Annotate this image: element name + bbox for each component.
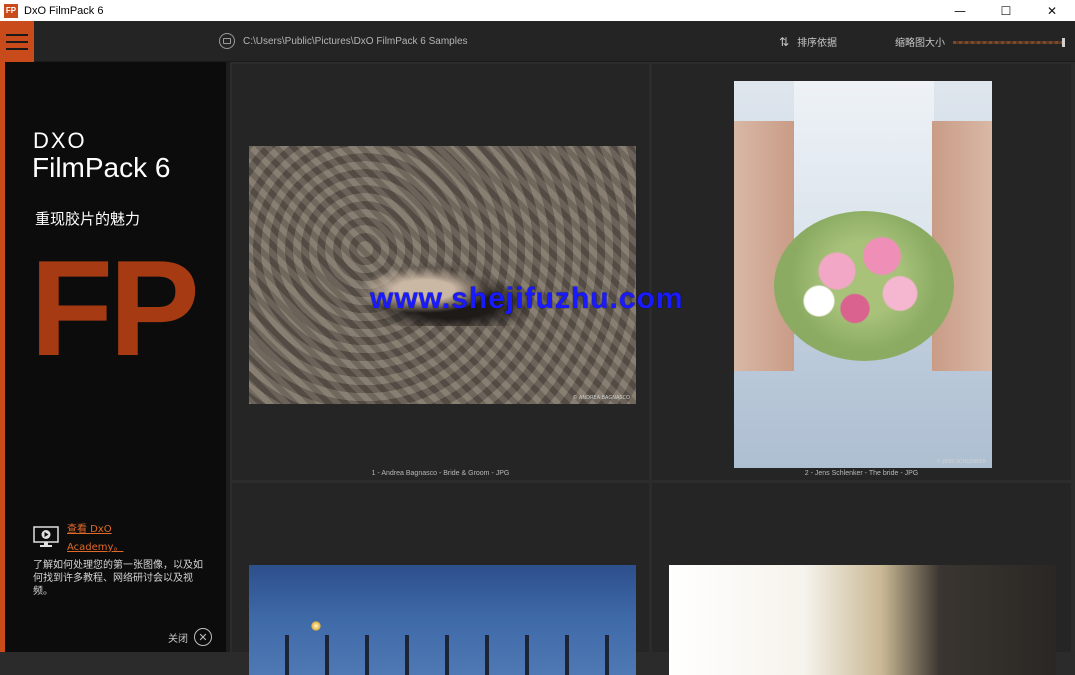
folder-path[interactable]: C:\Users\Public\Pictures\DxO FilmPack 6 … xyxy=(219,33,468,49)
fp-logo: FP xyxy=(30,232,200,384)
thumbnail-caption: 1 - Andrea Bagnasco - Bride & Groom - JP… xyxy=(371,470,510,477)
window-controls: — ☐ ✕ xyxy=(937,0,1075,21)
academy-link[interactable]: 查看 DxO Academy。 xyxy=(67,521,147,557)
image-arm-left xyxy=(734,121,794,371)
thumbnail-cell[interactable]: © JENS SCHLENKER 2 - Jens Schlenker - Th… xyxy=(652,64,1071,480)
path-text: C:\Users\Public\Pictures\DxO FilmPack 6 … xyxy=(243,35,468,47)
photo-credit: © JENS SCHLENKER xyxy=(936,459,986,465)
dxo-logo: DXO xyxy=(33,128,87,153)
thumbnail-cell[interactable] xyxy=(652,483,1071,675)
thumbnail-size-label: 缩略图大小 xyxy=(895,38,945,49)
monitor-play-icon xyxy=(33,526,59,547)
title-bar: FP DxO FilmPack 6 — ☐ ✕ xyxy=(0,0,1075,21)
thumbnail-size-control: 缩略图大小 xyxy=(895,34,1065,49)
thumbnail-cell[interactable]: © ANDREA BAGNASCO 1 - Andrea Bagnasco - … xyxy=(232,64,649,480)
thumbnail-image[interactable] xyxy=(669,565,1056,675)
close-sidebar-button[interactable]: 关闭 ✕ xyxy=(168,628,212,646)
welcome-sidebar: DXO FilmPack 6 重现胶片的魅力 FP 查看 DxO Academy… xyxy=(0,62,230,652)
thumbnail-caption: 2 - Jens Schlenker - The bride - JPG xyxy=(804,470,919,477)
sidebar-accent-bar xyxy=(0,62,5,652)
image-bouquet xyxy=(774,211,954,361)
image-lamp xyxy=(311,621,321,631)
tagline: 重现胶片的魅力 xyxy=(35,210,141,228)
thumbnail-image[interactable] xyxy=(249,565,636,675)
sort-icon: ⇅ xyxy=(779,34,790,49)
close-label: 关闭 xyxy=(168,633,188,645)
thumbnail-image[interactable]: © JENS SCHLENKER xyxy=(734,81,992,468)
window-title: DxO FilmPack 6 xyxy=(24,4,104,17)
thumbnail-grid: © ANDREA BAGNASCO 1 - Andrea Bagnasco - … xyxy=(230,62,1075,675)
folder-icon[interactable] xyxy=(219,33,235,49)
thumbnail-size-slider[interactable] xyxy=(953,35,1065,49)
thumbnail-image[interactable]: © ANDREA BAGNASCO xyxy=(249,146,636,404)
minimize-button[interactable]: — xyxy=(937,0,983,21)
thumbnail-cell[interactable] xyxy=(232,483,649,675)
photo-credit: © ANDREA BAGNASCO xyxy=(572,395,630,401)
image-posts xyxy=(249,635,636,675)
close-window-button[interactable]: ✕ xyxy=(1029,0,1075,21)
slider-knob[interactable] xyxy=(1062,37,1065,47)
product-name: FilmPack 6 xyxy=(32,152,171,183)
maximize-button[interactable]: ☐ xyxy=(983,0,1029,21)
watermark-text: www.shejifuzhu.com xyxy=(370,282,684,315)
close-icon[interactable]: ✕ xyxy=(194,628,212,646)
app-icon: FP xyxy=(4,3,18,18)
sort-label: 排序依据 xyxy=(797,38,838,49)
academy-description: 了解如何处理您的第一张图像，以及如何找到许多教程、网络研讨会以及视频。 xyxy=(33,560,203,597)
toolbar: C:\Users\Public\Pictures\DxO FilmPack 6 … xyxy=(0,21,1075,62)
image-arm-right xyxy=(932,121,992,371)
sort-button[interactable]: ⇅ 排序依据 xyxy=(779,34,838,50)
slider-track[interactable] xyxy=(953,40,1065,44)
menu-icon[interactable] xyxy=(0,21,34,62)
